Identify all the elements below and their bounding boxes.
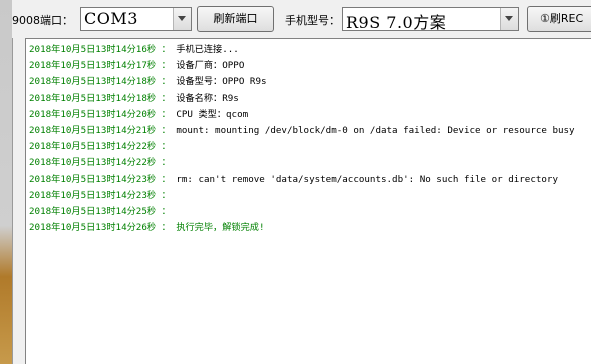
log-separator: ： — [156, 92, 177, 104]
log-timestamp: 2018年10月5日13时14分18秒 — [29, 92, 157, 104]
log-separator: ： — [156, 206, 171, 217]
log-timestamp: 2018年10月5日13时14分18秒 — [29, 76, 157, 88]
log-line: 2018年10月5日13时14分18秒 ： 设备型号：OPPO R9s — [29, 74, 267, 90]
log-line: 2018年10月5日13时14分23秒 ： — [29, 188, 171, 204]
log-timestamp: 2018年10月5日13时14分21秒 — [29, 125, 157, 136]
log-timestamp: 2018年10月5日13时14分22秒 — [29, 141, 157, 153]
log-separator: ： — [156, 141, 171, 153]
port-select[interactable]: COM3 — [80, 7, 192, 31]
log-timestamp: 2018年10月5日13时14分16秒 — [29, 44, 157, 55]
toolbar: 9008端口： COM3 刷新端口 手机型号： R9S 7.0方案 ①刷REC — [12, 0, 591, 38]
log-line: 2018年10月5日13时14分18秒 ： 设备名称：R9s — [29, 91, 239, 107]
log-output[interactable]: 2018年10月5日13时14分16秒 ： 手机已连接... 2018年10月5日… — [25, 38, 591, 364]
log-separator: ： — [156, 189, 171, 201]
app-window: 9008端口： COM3 刷新端口 手机型号： R9S 7.0方案 ①刷REC … — [0, 0, 591, 364]
chevron-down-icon[interactable] — [500, 8, 518, 30]
port-label: 9008端口： — [12, 14, 73, 27]
log-line: 2018年10月5日13时14分26秒 ： 执行完毕，解锁完成! — [29, 220, 265, 236]
log-separator: ： — [156, 222, 177, 234]
log-message: 手机已连接... — [176, 44, 239, 55]
log-message: 设备名称：R9s — [176, 92, 239, 104]
log-line: 2018年10月5日13时14分21秒 ： mount: mounting /d… — [29, 123, 575, 139]
log-line: 2018年10月5日13时14分25秒 ： — [29, 204, 171, 220]
log-timestamp: 2018年10月5日13时14分23秒 — [29, 173, 157, 185]
log-timestamp: 2018年10月5日13时14分25秒 — [29, 206, 157, 217]
log-timestamp: 2018年10月5日13时14分26秒 — [29, 222, 157, 234]
log-timestamp: 2018年10月5日13时14分20秒 — [29, 108, 157, 120]
log-separator: ： — [156, 108, 177, 120]
log-message: 设备厂商：OPPO — [176, 60, 245, 72]
model-label: 手机型号： — [285, 14, 340, 27]
log-line: 2018年10月5日13时14分22秒 ： — [29, 139, 171, 155]
log-line: 2018年10月5日13时14分20秒 ： CPU 类型：qcom — [29, 107, 248, 123]
log-message: rm: can't remove 'data/system/accounts.d… — [176, 173, 558, 185]
log-separator: ： — [156, 76, 177, 88]
window-edge — [0, 0, 13, 364]
log-separator: ： — [156, 44, 177, 55]
log-line: 2018年10月5日13时14分22秒 ： — [29, 155, 171, 171]
log-separator: ： — [156, 157, 171, 169]
flash-rec-button[interactable]: ①刷REC — [527, 6, 591, 32]
model-select-value: R9S 7.0方案 — [346, 13, 447, 32]
log-message: 执行完毕，解锁完成! — [176, 222, 265, 234]
log-separator: ： — [156, 173, 177, 185]
refresh-port-button[interactable]: 刷新端口 — [197, 6, 274, 32]
log-timestamp: 2018年10月5日13时14分17秒 — [29, 60, 157, 72]
log-line: 2018年10月5日13时14分23秒 ： rm: can't remove '… — [29, 172, 558, 188]
log-message: CPU 类型：qcom — [176, 108, 249, 120]
log-separator: ： — [156, 125, 177, 136]
model-select[interactable]: R9S 7.0方案 — [342, 7, 519, 32]
port-select-value: COM3 — [84, 9, 138, 28]
log-separator: ： — [156, 60, 177, 72]
log-line: 2018年10月5日13时14分17秒 ： 设备厂商：OPPO — [29, 58, 244, 74]
log-timestamp: 2018年10月5日13时14分23秒 — [29, 189, 157, 201]
log-message: 设备型号：OPPO R9s — [176, 76, 267, 88]
log-message: mount: mounting /dev/block/dm-0 on /data… — [176, 125, 575, 136]
log-timestamp: 2018年10月5日13时14分22秒 — [29, 157, 157, 169]
chevron-down-icon[interactable] — [173, 8, 191, 30]
log-line: 2018年10月5日13时14分16秒 ： 手机已连接... — [29, 42, 239, 58]
